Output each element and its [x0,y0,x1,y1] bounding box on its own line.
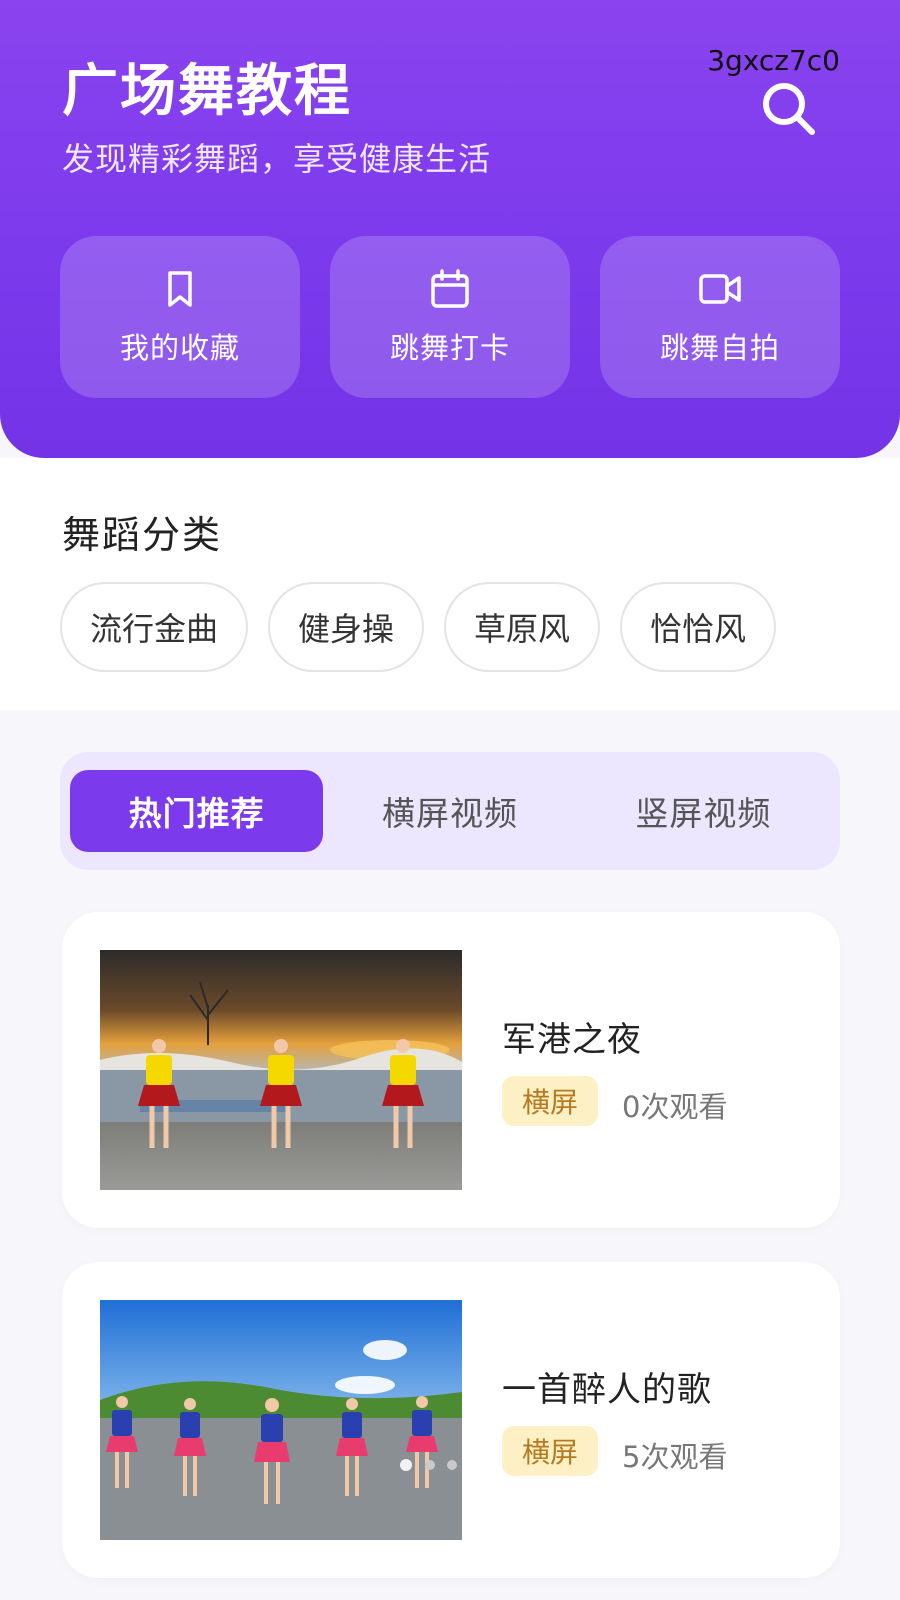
search-button[interactable] [760,80,818,138]
dance-checkin-label: 跳舞打卡 [389,331,510,365]
favorites-button[interactable]: 我的收藏 [60,236,300,398]
app-title: 广场舞教程 [62,59,352,124]
category-chip-grassland[interactable]: 草原风 [444,582,601,672]
video-title: 一首醉人的歌 [502,1370,712,1410]
view-count: 0次观看 [622,1090,728,1124]
category-chip-chacha[interactable]: 恰恰风 [620,582,777,672]
quick-actions: 我的收藏 跳舞打卡 跳舞自拍 [60,236,840,398]
device-code: 3gxcz7c0 [707,44,840,77]
dance-selfie-button[interactable]: 跳舞自拍 [600,236,840,398]
tab-portrait-video[interactable]: 竖屏视频 [577,770,830,852]
dance-outdoor-thumbnail-image [100,1300,462,1540]
video-title: 军港之夜 [502,1020,642,1060]
favorites-label: 我的收藏 [119,331,240,365]
header-banner: 广场舞教程 发现精彩舞蹈，享受健康生活 3gxcz7c0 我的收藏 跳舞打卡 跳… [0,0,900,458]
dance-selfie-label: 跳舞自拍 [659,331,780,365]
category-chip-pop[interactable]: 流行金曲 [60,582,249,672]
orientation-badge: 横屏 [502,1076,599,1126]
video-thumbnail [100,950,462,1190]
dance-category-section: 舞蹈分类 流行金曲 健身操 草原风 恰恰风 [0,458,900,710]
orientation-badge: 横屏 [502,1426,599,1476]
video-card[interactable]: 一首醉人的歌 横屏 5次观看 [62,1262,840,1578]
category-chip-fitness[interactable]: 健身操 [268,582,425,672]
view-count: 5次观看 [622,1440,728,1474]
dance-sunset-thumbnail-image [100,950,462,1190]
app-subtitle: 发现精彩舞蹈，享受健康生活 [62,140,492,178]
search-icon [763,83,815,135]
video-tabs: 热门推荐 横屏视频 竖屏视频 [60,752,840,870]
calendar-icon [431,269,469,308]
video-card[interactable]: 军港之夜 横屏 0次观看 [62,912,840,1228]
dance-checkin-button[interactable]: 跳舞打卡 [330,236,570,398]
tab-landscape-video[interactable]: 横屏视频 [323,770,576,852]
video-camera-icon [699,274,741,304]
category-title: 舞蹈分类 [62,513,223,557]
tab-hot-recommend[interactable]: 热门推荐 [70,770,324,852]
video-thumbnail [100,1300,462,1540]
category-chips: 流行金曲 健身操 草原风 恰恰风 [60,582,777,672]
bookmark-icon [168,271,192,307]
